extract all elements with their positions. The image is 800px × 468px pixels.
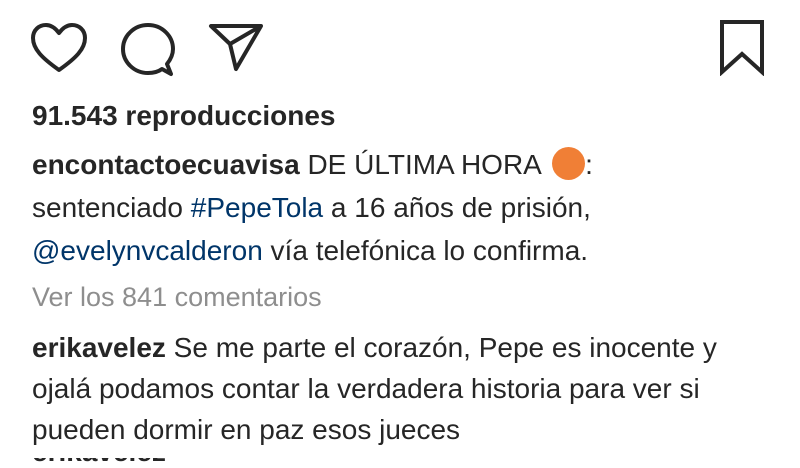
orange-circle-emoji (552, 147, 586, 180)
next-comment-username[interactable]: erikavelez (32, 458, 172, 466)
caption-username[interactable]: encontactoecuavisa (32, 149, 300, 180)
caption-headline: DE ÚLTIMA HORA (299, 149, 541, 180)
hashtag-link[interactable]: #PepeTola (191, 192, 323, 223)
caption-text: a 16 años de prisión, (323, 192, 591, 223)
caption-colon: : (585, 149, 593, 180)
caption-text: sentenciado (32, 192, 191, 223)
comment-username[interactable]: erikavelez (32, 332, 166, 363)
post-action-bar (0, 0, 800, 90)
heart-outline-icon[interactable] (30, 22, 88, 74)
mention-link[interactable]: @evelynvcalderon (32, 235, 263, 266)
comment-item: erikavelez Se me parte el corazón, Pepe … (32, 327, 772, 450)
bookmark-icon[interactable] (718, 18, 766, 76)
view-all-comments-link[interactable]: Ver los 841 comentarios (32, 282, 322, 313)
paper-plane-icon[interactable] (208, 22, 264, 72)
next-comment-partial: erikavelez (32, 458, 172, 468)
speech-bubble-icon[interactable] (120, 22, 176, 78)
post-caption: encontactoecuavisa DE ÚLTIMA HORA : sente… (32, 143, 772, 272)
caption-text: vía telefónica lo confirma. (262, 235, 589, 266)
view-count[interactable]: 91.543 reproducciones (32, 100, 335, 132)
